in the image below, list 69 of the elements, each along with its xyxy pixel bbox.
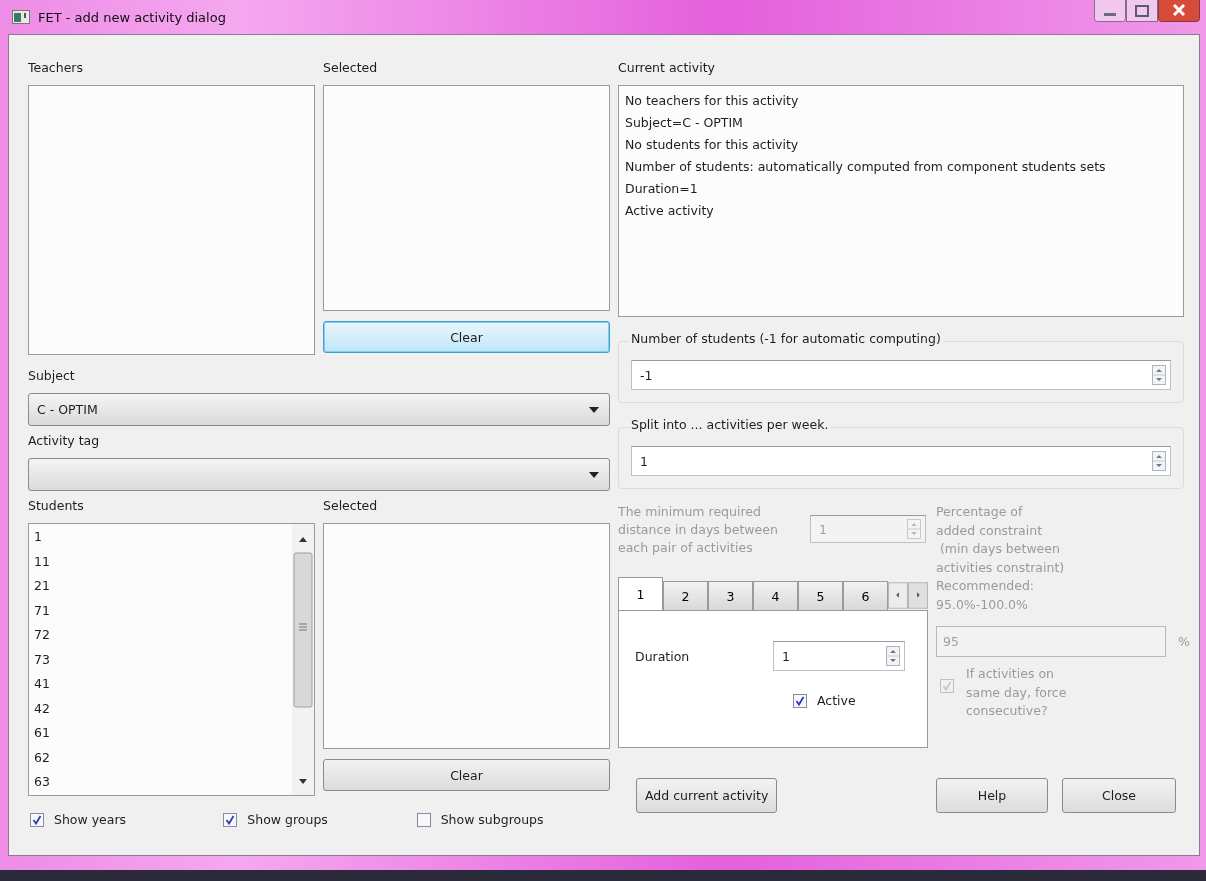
list-item[interactable]: 1 bbox=[29, 525, 292, 550]
activity-detail-line: Number of students: automatically computed from component students sets bbox=[625, 158, 1107, 176]
force-consecutive-label: If activities on same day, force consecutive? bbox=[966, 665, 1068, 720]
activity-tag-dropdown[interactable] bbox=[28, 458, 610, 491]
minimize-icon[interactable] bbox=[1094, 0, 1126, 22]
activity-detail-line: Active activity bbox=[625, 202, 715, 220]
group-label: Number of students (-1 for automatic computing) bbox=[629, 331, 943, 346]
duration-label: Duration bbox=[635, 648, 691, 664]
tab[interactable]: 5 bbox=[798, 581, 843, 610]
window-title: FET - add new activity dialog bbox=[38, 9, 226, 25]
app-icon bbox=[12, 10, 30, 24]
checkbox[interactable] bbox=[793, 693, 807, 708]
list-item[interactable]: 71 bbox=[29, 598, 292, 623]
caret-icon bbox=[589, 471, 599, 478]
tab[interactable]: 6 bbox=[843, 581, 888, 610]
spin-arrows-icon[interactable] bbox=[886, 646, 900, 666]
tab[interactable]: 2 bbox=[663, 581, 708, 610]
checkbox[interactable] bbox=[416, 812, 431, 827]
close-button[interactable]: Close bbox=[1062, 778, 1176, 813]
caret-icon bbox=[589, 406, 599, 413]
spin-arrows-icon[interactable] bbox=[1152, 365, 1166, 385]
teachers-label: Teachers bbox=[28, 60, 83, 75]
list-item[interactable]: 73 bbox=[29, 647, 292, 672]
list-item[interactable]: 42 bbox=[29, 696, 292, 721]
scrollbar[interactable] bbox=[292, 524, 314, 795]
selected-label: Selected bbox=[323, 498, 378, 513]
list-item[interactable]: 41 bbox=[29, 672, 292, 697]
spin-arrows-icon[interactable] bbox=[1152, 451, 1166, 471]
close-icon[interactable] bbox=[1158, 0, 1200, 22]
checkbox[interactable] bbox=[223, 812, 238, 827]
activity-detail-line: No students for this activity bbox=[625, 136, 800, 154]
subject-dropdown[interactable]: C - OPTIM bbox=[28, 393, 610, 426]
spin-arrows-icon[interactable] bbox=[907, 519, 921, 539]
tab[interactable]: 3 bbox=[708, 581, 753, 610]
activity-tag-label: Activity tag bbox=[28, 433, 100, 448]
tab-scroll-arrows-icon[interactable] bbox=[888, 581, 928, 610]
number-of-students-spinbox[interactable]: -1 bbox=[631, 360, 1171, 390]
list-item[interactable]: 61 bbox=[29, 721, 292, 746]
checkbox-label: Show subgroups bbox=[440, 812, 544, 827]
add-activity-button[interactable]: Add current activity bbox=[636, 778, 778, 813]
activity-detail-line: Subject=C - OPTIM bbox=[625, 114, 744, 132]
list-item[interactable]: 11 bbox=[29, 549, 292, 574]
students-label: Students bbox=[28, 498, 84, 513]
checkbox[interactable] bbox=[30, 812, 44, 827]
duration-spinbox[interactable]: 1 bbox=[773, 641, 905, 671]
activity-detail-line: No teachers for this activity bbox=[625, 92, 800, 110]
subject-label: Subject bbox=[28, 368, 75, 383]
list-item[interactable]: 63 bbox=[29, 770, 292, 795]
list-item[interactable]: 62 bbox=[29, 745, 292, 770]
active-label: Active bbox=[817, 693, 856, 708]
checkbox-label: Show years bbox=[54, 812, 127, 827]
percent-unit: % bbox=[1178, 634, 1190, 649]
group-label: Split into ... activities per week. bbox=[629, 417, 831, 432]
help-button[interactable]: Help bbox=[936, 778, 1048, 813]
students-list[interactable]: 1 11 21 71 72 73 41 42 61 62 63 bbox=[28, 523, 315, 796]
clear-button[interactable]: Clear bbox=[323, 759, 610, 791]
tab[interactable]: 1 bbox=[618, 577, 663, 610]
checkbox-label: Show groups bbox=[247, 812, 328, 827]
split-spinbox[interactable]: 1 bbox=[631, 446, 1171, 476]
min-distance-label: The minimum required distance in days between each pair of activities bbox=[618, 503, 779, 557]
list-item[interactable]: 72 bbox=[29, 623, 292, 648]
maximize-icon[interactable] bbox=[1126, 0, 1158, 22]
selected-label: Selected bbox=[323, 60, 378, 75]
activity-detail-line: Duration=1 bbox=[625, 180, 699, 198]
clear-button[interactable]: Clear bbox=[323, 321, 610, 353]
list-item[interactable]: 21 bbox=[29, 574, 292, 599]
tab[interactable]: 4 bbox=[753, 581, 798, 610]
percentage-label: Percentage of added constraint (min days between activities constraint) Recommended: 95.0%-100.0% bbox=[936, 503, 1066, 614]
current-activity-label: Current activity bbox=[618, 60, 715, 75]
